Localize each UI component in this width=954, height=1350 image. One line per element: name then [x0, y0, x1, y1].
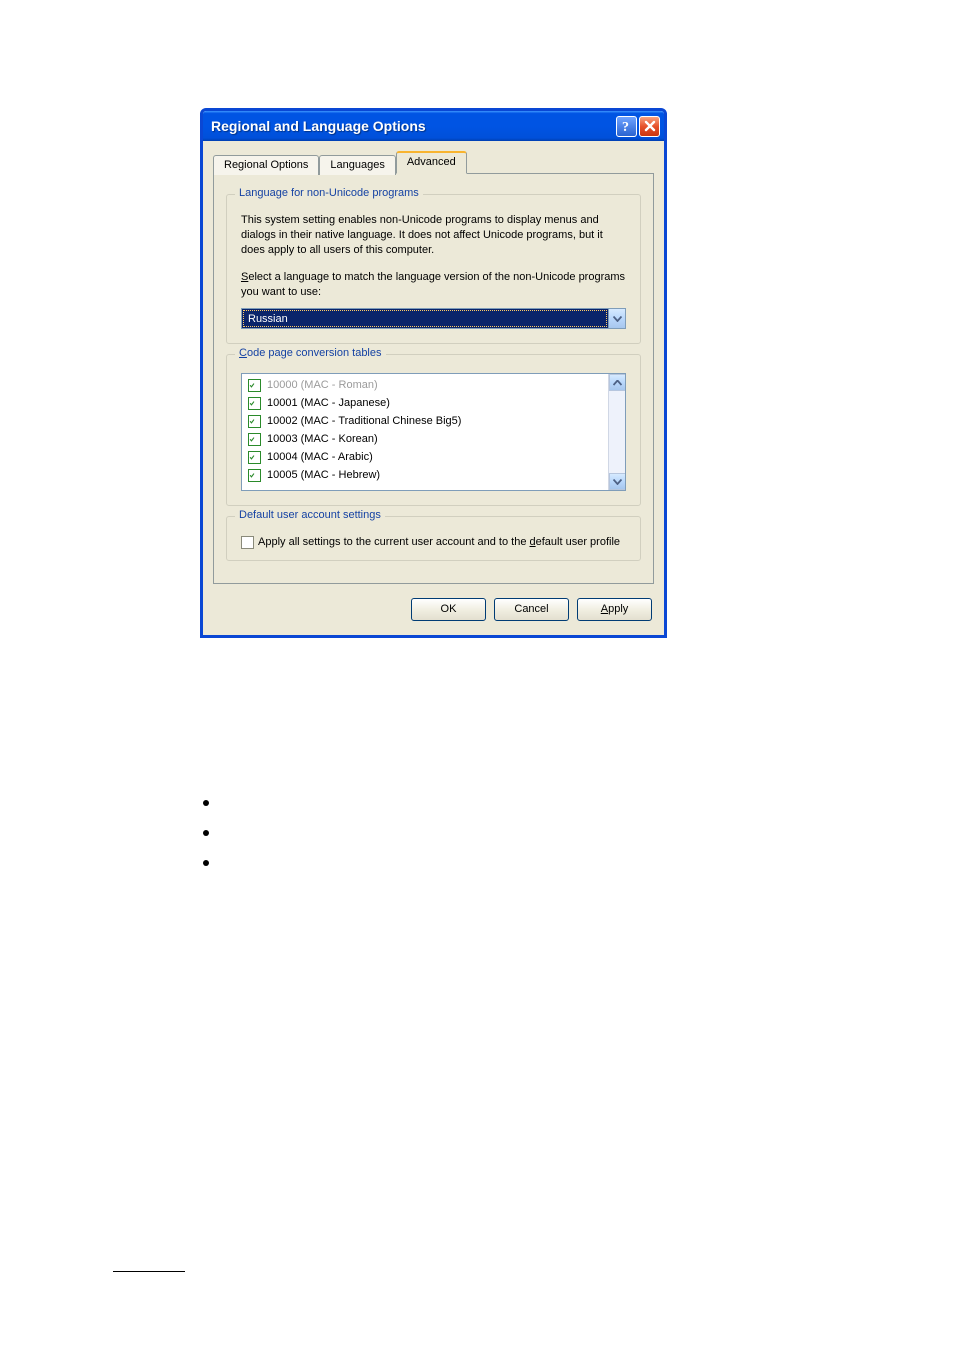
- bullet-icon: [203, 860, 209, 866]
- bullet-icon: [203, 800, 209, 806]
- codepage-checkbox[interactable]: [248, 415, 261, 428]
- language-select-prompt: Select a language to match the language …: [241, 270, 626, 300]
- svg-text:?: ?: [622, 120, 629, 133]
- codepage-label: 10002 (MAC - Traditional Chinese Big5): [267, 415, 461, 427]
- codepage-label: 10005 (MAC - Hebrew): [267, 469, 380, 481]
- ok-button[interactable]: OK: [411, 598, 486, 621]
- tab-regional-options[interactable]: Regional Options: [213, 155, 319, 175]
- scrollbar[interactable]: [608, 374, 625, 490]
- tab-advanced[interactable]: Advanced: [396, 151, 467, 174]
- combobox-dropdown-button[interactable]: [608, 309, 625, 328]
- tab-languages[interactable]: Languages: [319, 155, 395, 175]
- codepage-item[interactable]: 10001 (MAC - Japanese): [248, 394, 608, 412]
- codepage-checkbox[interactable]: [248, 451, 261, 464]
- codepage-checkbox[interactable]: [248, 469, 261, 482]
- scrollbar-track[interactable]: [609, 391, 625, 473]
- language-combobox[interactable]: Russian: [241, 308, 626, 329]
- codepage-item[interactable]: 10004 (MAC - Arabic): [248, 448, 608, 466]
- titlebar: Regional and Language Options ?: [203, 111, 664, 141]
- codepage-label: 10003 (MAC - Korean): [267, 433, 378, 445]
- group-default-user: Default user account settings Apply all …: [226, 516, 641, 561]
- help-button[interactable]: ?: [616, 116, 637, 137]
- language-selected-value: Russian: [243, 310, 607, 327]
- tab-strip: Regional Options Languages Advanced: [213, 151, 654, 174]
- bullet-icon: [203, 830, 209, 836]
- titlebar-text: Regional and Language Options: [211, 118, 426, 134]
- group-codepage-tables: Code page conversion tables 10000 (MAC -…: [226, 354, 641, 506]
- button-bar: OK Cancel Apply: [213, 598, 654, 621]
- codepage-label: 10000 (MAC - Roman): [267, 379, 378, 391]
- group-legend-codepage: Code page conversion tables: [235, 347, 386, 359]
- footnote-rule: [113, 1271, 185, 1272]
- cancel-button[interactable]: Cancel: [494, 598, 569, 621]
- tab-panel-advanced: Language for non-Unicode programs This s…: [213, 173, 654, 584]
- bullet-list: [203, 800, 209, 890]
- group-legend: Language for non-Unicode programs: [235, 187, 423, 199]
- apply-button[interactable]: Apply: [577, 598, 652, 621]
- scroll-down-button[interactable]: [609, 473, 626, 490]
- codepage-item[interactable]: 10000 (MAC - Roman): [248, 376, 608, 394]
- codepage-label: 10001 (MAC - Japanese): [267, 397, 390, 409]
- codepage-item[interactable]: 10005 (MAC - Hebrew): [248, 466, 608, 484]
- apply-all-label: Apply all settings to the current user a…: [258, 535, 620, 550]
- apply-all-checkbox[interactable]: [241, 536, 254, 549]
- codepage-checkbox: [248, 379, 261, 392]
- dialog-window: Regional and Language Options ? Regional…: [200, 108, 667, 638]
- codepage-checkbox[interactable]: [248, 397, 261, 410]
- codepage-listbox[interactable]: 10000 (MAC - Roman) 10001 (MAC - Japanese…: [241, 373, 626, 491]
- close-button[interactable]: [639, 116, 660, 137]
- codepage-label: 10004 (MAC - Arabic): [267, 451, 373, 463]
- codepage-checkbox[interactable]: [248, 433, 261, 446]
- group-legend-default: Default user account settings: [235, 509, 385, 521]
- group-language-nonunicode: Language for non-Unicode programs This s…: [226, 194, 641, 344]
- scroll-up-button[interactable]: [609, 374, 626, 391]
- language-description: This system setting enables non-Unicode …: [241, 213, 626, 258]
- codepage-item[interactable]: 10003 (MAC - Korean): [248, 430, 608, 448]
- codepage-item[interactable]: 10002 (MAC - Traditional Chinese Big5): [248, 412, 608, 430]
